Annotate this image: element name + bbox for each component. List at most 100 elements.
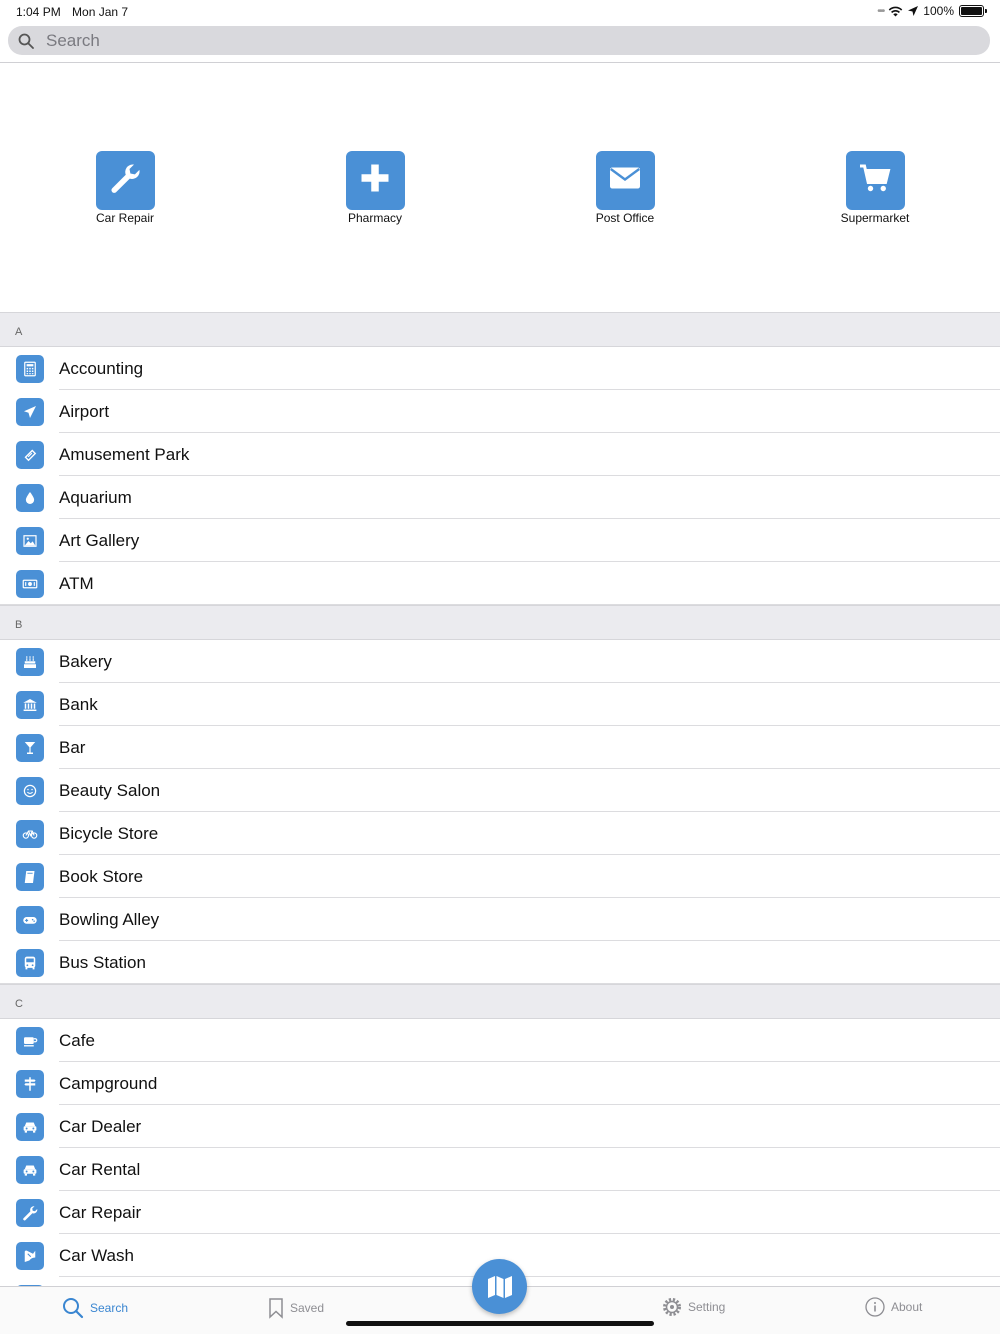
tab-search[interactable]: Search [62, 1297, 128, 1319]
map-button[interactable] [472, 1259, 527, 1314]
section-header: B [0, 605, 1000, 640]
list-item-campground[interactable]: Campground [0, 1062, 1000, 1105]
book-icon [16, 862, 44, 891]
search-icon [18, 33, 34, 49]
calculator-icon [16, 354, 44, 383]
featured-label: Supermarket [840, 211, 910, 225]
signal-icon: •••• [877, 5, 885, 17]
tab-setting[interactable]: Setting [662, 1297, 725, 1317]
tab-label: Setting [688, 1300, 726, 1314]
plus-icon [357, 160, 393, 201]
list-item-label: Campground [59, 1073, 158, 1093]
cart-icon [857, 160, 893, 201]
list-item-label: Book Store [59, 866, 144, 886]
search-input[interactable] [46, 30, 946, 51]
coffee-icon [16, 1026, 44, 1055]
featured-post-office[interactable]: Post Office [545, 151, 705, 225]
list-item-atm[interactable]: ATM [0, 562, 1000, 605]
list-item-amusement-park[interactable]: Amusement Park [0, 433, 1000, 476]
list-item-art-gallery[interactable]: Art Gallery [0, 519, 1000, 562]
list-item-beauty-salon[interactable]: Beauty Salon [0, 769, 1000, 812]
featured-tile[interactable] [95, 151, 155, 210]
list-item-label: Airport [59, 401, 110, 421]
tab-about[interactable]: About [865, 1297, 922, 1317]
list-item-label: Bowling Alley [59, 909, 160, 929]
list-item-label: Bakery [59, 651, 112, 671]
list-item-bowling-alley[interactable]: Bowling Alley [0, 898, 1000, 941]
list-item-bar[interactable]: Bar [0, 726, 1000, 769]
list-item-car-dealer[interactable]: Car Dealer [0, 1105, 1000, 1148]
tab-label: About [891, 1300, 923, 1314]
signpost-icon [16, 1069, 44, 1098]
search-bar [8, 26, 990, 55]
bookmark-icon [268, 1297, 284, 1319]
featured-tile[interactable] [595, 151, 655, 210]
featured-label: Pharmacy [347, 211, 403, 225]
list-item-bank[interactable]: Bank [0, 683, 1000, 726]
section-header: A [0, 312, 1000, 347]
featured-label: Post Office [595, 211, 655, 225]
car-icon [16, 1155, 44, 1184]
smile-icon [16, 776, 44, 805]
status-date: Mon Jan 7 [72, 5, 129, 19]
list-item-car-repair[interactable]: Car Repair [0, 1191, 1000, 1234]
list-item-accounting[interactable]: Accounting [0, 347, 1000, 390]
tab-saved[interactable]: Saved [268, 1297, 324, 1319]
list-item-label: Car Wash [59, 1245, 134, 1265]
list-item-label: Car Rental [59, 1159, 141, 1179]
list-item-bicycle-store[interactable]: Bicycle Store [0, 812, 1000, 855]
featured-label: Car Repair [95, 211, 155, 225]
ticket-icon [16, 440, 44, 469]
list-item-label: Aquarium [59, 487, 132, 507]
section-header: C [0, 984, 1000, 1019]
list-item-label: Bank [59, 694, 98, 714]
featured-categories: Car Repair Pharmacy Post Office Supermarket [0, 63, 1000, 312]
category-list: A Accounting Airport Amusement Park Aquarium… [0, 312, 1000, 1320]
car-icon [16, 1112, 44, 1141]
list-item-label: Car Dealer [59, 1116, 142, 1136]
list-item-label: ATM [59, 573, 94, 593]
money-icon [16, 569, 44, 598]
gamepad-icon [16, 905, 44, 934]
status-bar: 1:04 PM Mon Jan 7 •••• 100% [0, 0, 1000, 24]
featured-car-repair[interactable]: Car Repair [45, 151, 205, 225]
list-item-label: Art Gallery [59, 530, 140, 550]
list-item-cafe[interactable]: Cafe [0, 1019, 1000, 1062]
featured-pharmacy[interactable]: Pharmacy [295, 151, 455, 225]
home-indicator [346, 1321, 654, 1326]
bus-icon [16, 948, 44, 977]
list-item-label: Bar [59, 737, 86, 757]
search-icon [62, 1297, 84, 1319]
list-item-label: Car Repair [59, 1202, 142, 1222]
car-wash-icon [16, 1241, 44, 1270]
status-time: 1:04 PM [16, 5, 61, 19]
list-item-book-store[interactable]: Book Store [0, 855, 1000, 898]
wrench-icon [16, 1198, 44, 1227]
picture-icon [16, 526, 44, 555]
tab-label: Saved [290, 1301, 325, 1315]
list-item-bakery[interactable]: Bakery [0, 640, 1000, 683]
bicycle-icon [16, 819, 44, 848]
list-item-car-rental[interactable]: Car Rental [0, 1148, 1000, 1191]
list-item-label: Bicycle Store [59, 823, 159, 843]
featured-tile[interactable] [345, 151, 405, 210]
battery-percent: 100% [923, 4, 954, 18]
location-arrow-icon [908, 6, 919, 16]
gear-icon [662, 1297, 682, 1317]
wrench-icon [107, 160, 143, 201]
droplet-icon [16, 483, 44, 512]
list-item-label: Amusement Park [59, 444, 190, 464]
battery-icon [959, 5, 987, 17]
wifi-icon [889, 6, 903, 16]
list-item-aquarium[interactable]: Aquarium [0, 476, 1000, 519]
cocktail-icon [16, 733, 44, 762]
envelope-icon [607, 160, 643, 201]
featured-tile[interactable] [845, 151, 905, 210]
list-item-airport[interactable]: Airport [0, 390, 1000, 433]
list-item-label: Accounting [59, 358, 144, 378]
list-item-bus-station[interactable]: Bus Station [0, 941, 1000, 984]
info-icon [865, 1297, 885, 1317]
featured-supermarket[interactable]: Supermarket [795, 151, 955, 225]
bank-icon [16, 690, 44, 719]
tab-label: Search [90, 1301, 129, 1315]
